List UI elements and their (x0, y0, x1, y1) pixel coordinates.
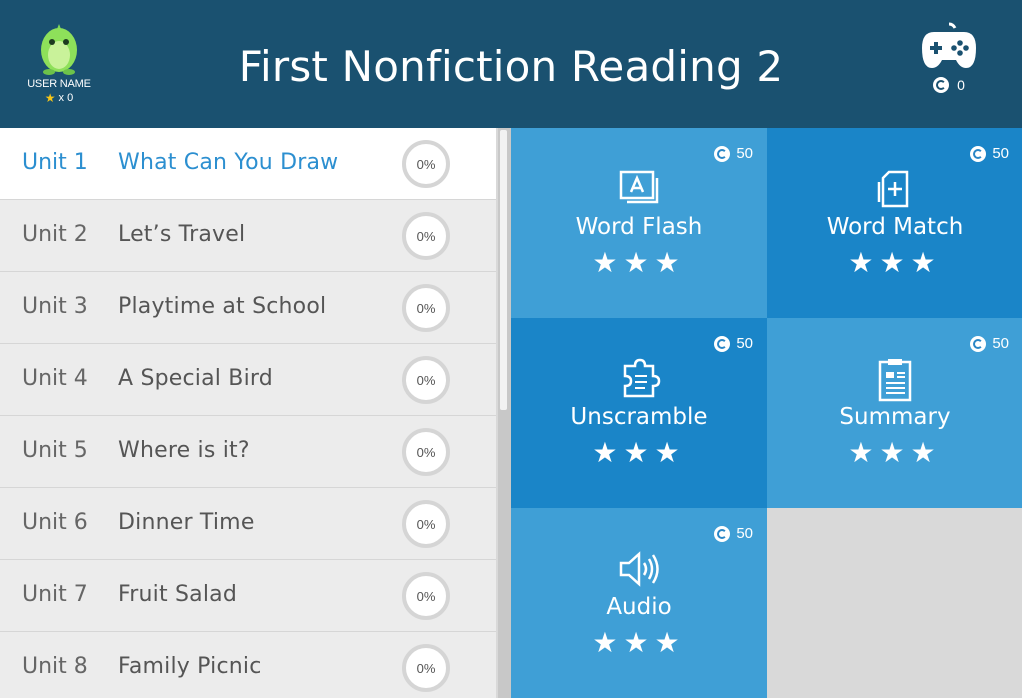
unit-progress: 0% (402, 140, 450, 188)
header-bar: USER NAME ★ x 0 First Nonfiction Reading… (0, 0, 1022, 128)
app-window: USER NAME ★ x 0 First Nonfiction Reading… (0, 0, 1022, 698)
cards-plus-icon (877, 170, 909, 208)
activity-cost: 50 (970, 145, 1009, 162)
page-title: First Nonfiction Reading 2 (238, 42, 784, 91)
unit-progress: 0% (402, 500, 450, 548)
dinosaur-avatar-icon (37, 22, 81, 76)
coin-balance: 0 (918, 77, 980, 93)
star-rating: ★★★ (592, 247, 686, 278)
unit-progress: 0% (402, 644, 450, 692)
activity-cost: 50 (714, 145, 753, 162)
user-profile[interactable]: USER NAME ★ x 0 (18, 22, 100, 105)
unit-number: Unit 6 (22, 510, 88, 535)
unit-number: Unit 8 (22, 654, 88, 679)
star-count-text: x 0 (58, 92, 74, 104)
unit-number: Unit 3 (22, 294, 88, 319)
star-rating: ★★★ (592, 437, 686, 468)
activity-cost: 50 (714, 525, 753, 542)
unit-number: Unit 1 (22, 150, 88, 175)
activity-summary[interactable]: 50 Summary ★★★ (767, 318, 1022, 508)
coin-icon (714, 525, 731, 542)
activity-cost: 50 (970, 335, 1009, 352)
unit-title: Dinner Time (118, 510, 255, 535)
activity-label: Audio (606, 594, 672, 620)
gamepad-icon (922, 22, 976, 68)
unit-progress: 0% (402, 428, 450, 476)
user-name: USER NAME (27, 78, 91, 90)
unit-row-4[interactable]: Unit 4 A Special Bird 0% (0, 344, 496, 416)
unit-row-1[interactable]: Unit 1 What Can You Draw 0% (0, 128, 496, 200)
unit-row-3[interactable]: Unit 3 Playtime at School 0% (0, 272, 496, 344)
unit-progress: 0% (402, 356, 450, 404)
unit-title: Playtime at School (118, 294, 327, 319)
unit-number: Unit 7 (22, 582, 88, 607)
cost-value: 50 (736, 335, 753, 352)
flashcard-icon (619, 170, 659, 204)
unit-row-6[interactable]: Unit 6 Dinner Time 0% (0, 488, 496, 560)
cost-value: 50 (992, 145, 1009, 162)
unit-title: What Can You Draw (118, 150, 339, 175)
star-rating: ★★★ (848, 437, 942, 468)
activity-unscramble[interactable]: 50 Unscramble ★★★ (511, 318, 767, 508)
activity-word-match[interactable]: 50 Word Match ★★★ (767, 128, 1022, 318)
unit-number: Unit 4 (22, 366, 88, 391)
unit-number: Unit 5 (22, 438, 88, 463)
coin-icon (970, 145, 987, 162)
puzzle-icon (623, 358, 661, 398)
star-icon: ★ (44, 91, 56, 105)
unit-row-7[interactable]: Unit 7 Fruit Salad 0% (0, 560, 496, 632)
unit-progress: 0% (402, 212, 450, 260)
scrollbar-thumb[interactable] (500, 130, 507, 410)
activity-cost: 50 (714, 335, 753, 352)
unit-title: Let’s Travel (118, 222, 246, 247)
unit-title: Fruit Salad (118, 582, 237, 607)
activity-label: Summary (839, 404, 951, 430)
unit-row-2[interactable]: Unit 2 Let’s Travel 0% (0, 200, 496, 272)
game-button[interactable]: 0 (918, 22, 980, 93)
unit-progress: 0% (402, 284, 450, 332)
clipboard-icon (878, 359, 912, 402)
cost-value: 50 (992, 335, 1009, 352)
unit-title: A Special Bird (118, 366, 273, 391)
empty-tile-slot (767, 508, 1022, 698)
unit-progress: 0% (402, 572, 450, 620)
activity-audio[interactable]: 50 Audio ★★★ (511, 508, 767, 698)
unit-row-8[interactable]: Unit 8 Family Picnic 0% (0, 632, 496, 698)
unit-row-5[interactable]: Unit 5 Where is it? 0% (0, 416, 496, 488)
activity-label: Unscramble (570, 404, 708, 430)
speaker-icon (619, 551, 659, 587)
star-rating: ★★★ (592, 627, 686, 658)
unit-list-scrollbar[interactable] (498, 128, 511, 698)
activity-word-flash[interactable]: 50 Word Flash ★★★ (511, 128, 767, 318)
coin-icon (933, 77, 950, 93)
user-star-count: ★ x 0 (18, 91, 100, 105)
activity-label: Word Flash (575, 214, 703, 240)
unit-number: Unit 2 (22, 222, 88, 247)
cost-value: 50 (736, 145, 753, 162)
activity-label: Word Match (826, 214, 964, 240)
coin-icon (714, 145, 731, 162)
coin-icon (714, 335, 731, 352)
unit-list: Unit 1 What Can You Draw 0% Unit 2 Let’s… (0, 128, 496, 698)
cost-value: 50 (736, 525, 753, 542)
coin-count: 0 (957, 77, 965, 93)
unit-title: Where is it? (118, 438, 250, 463)
unit-title: Family Picnic (118, 654, 262, 679)
coin-icon (970, 335, 987, 352)
star-rating: ★★★ (848, 247, 942, 278)
